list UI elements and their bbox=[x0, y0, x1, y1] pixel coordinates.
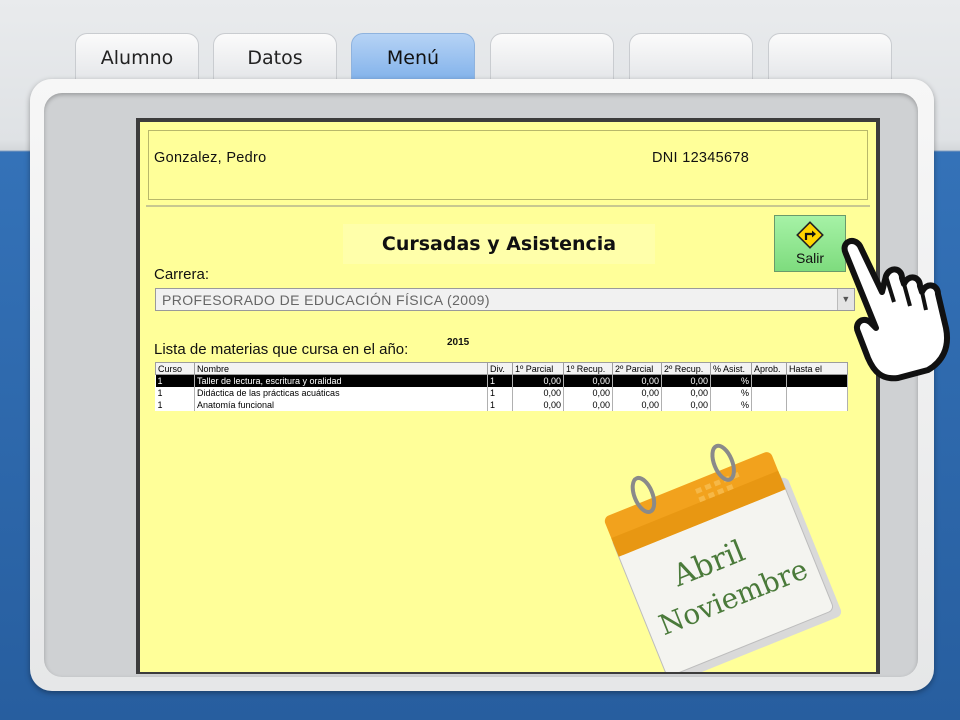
col-recup-1[interactable]: 1º Recup. bbox=[563, 362, 613, 375]
cell: % bbox=[710, 374, 752, 387]
cell: 1 bbox=[487, 374, 513, 387]
table-header-row: Curso Nombre Div. 1º Parcial 1º Recup. 2… bbox=[155, 362, 848, 375]
turn-right-sign-icon bbox=[796, 221, 824, 249]
cell: 0,00 bbox=[612, 374, 662, 387]
student-dni: DNI 12345678 bbox=[652, 150, 750, 166]
exit-button-label: Salir bbox=[795, 250, 824, 266]
subjects-table: Curso Nombre Div. 1º Parcial 1º Recup. 2… bbox=[155, 362, 848, 411]
tab-empty-6[interactable] bbox=[768, 33, 892, 83]
cell bbox=[751, 374, 787, 387]
student-name: Gonzalez, Pedro bbox=[154, 150, 267, 166]
col-asist[interactable]: % Asist. bbox=[710, 362, 752, 375]
calendar-icon: Abril Noviembre bbox=[604, 443, 842, 672]
cell: 0,00 bbox=[661, 387, 711, 399]
cell bbox=[751, 399, 787, 411]
cell: 0,00 bbox=[661, 399, 711, 411]
cell: Didáctica de las prácticas acuáticas bbox=[194, 387, 488, 399]
cell bbox=[751, 387, 787, 399]
cell: Anatomía funcional bbox=[194, 399, 488, 411]
col-div[interactable]: Div. bbox=[487, 362, 513, 375]
cell bbox=[786, 399, 848, 411]
cell: Taller de lectura, escritura y oralidad bbox=[194, 374, 488, 387]
career-select-value: PROFESORADO DE EDUCACIÓN FÍSICA (2009) bbox=[162, 292, 490, 308]
hand-pointer-icon bbox=[841, 237, 950, 382]
tab-empty-5[interactable] bbox=[629, 33, 753, 83]
tab-menu[interactable]: Menú bbox=[351, 33, 475, 83]
career-label: Carrera: bbox=[154, 266, 210, 283]
tab-datos[interactable]: Datos bbox=[213, 33, 337, 83]
tab-empty-4[interactable] bbox=[490, 33, 614, 83]
col-curso[interactable]: Curso bbox=[155, 362, 195, 375]
cell: 0,00 bbox=[661, 374, 711, 387]
cell: 0,00 bbox=[612, 387, 662, 399]
cell: 0,00 bbox=[512, 399, 564, 411]
cell: % bbox=[710, 387, 752, 399]
table-row[interactable]: 1 Anatomía funcional 1 0,00 0,00 0,00 0,… bbox=[155, 399, 848, 411]
table-row[interactable]: 1 Didáctica de las prácticas acuáticas 1… bbox=[155, 387, 848, 399]
col-nombre[interactable]: Nombre bbox=[194, 362, 488, 375]
col-parcial-2[interactable]: 2º Parcial bbox=[612, 362, 662, 375]
subjects-year: 2015 bbox=[447, 337, 470, 348]
col-parcial-1[interactable]: 1º Parcial bbox=[512, 362, 564, 375]
cell: 0,00 bbox=[612, 399, 662, 411]
tab-alumno[interactable]: Alumno bbox=[75, 33, 199, 83]
cell: 0,00 bbox=[512, 387, 564, 399]
cell: 1 bbox=[487, 387, 513, 399]
cell: % bbox=[710, 399, 752, 411]
divider bbox=[146, 205, 870, 207]
col-recup-2[interactable]: 2º Recup. bbox=[661, 362, 711, 375]
col-aprob[interactable]: Aprob. bbox=[751, 362, 787, 375]
cell: 0,00 bbox=[563, 374, 613, 387]
cell: 1 bbox=[155, 374, 195, 387]
table-row[interactable]: 1 Taller de lectura, escritura y oralida… bbox=[155, 374, 848, 387]
career-select[interactable]: PROFESORADO DE EDUCACIÓN FÍSICA (2009) ▼ bbox=[155, 288, 855, 311]
cell: 1 bbox=[155, 387, 195, 399]
subjects-label: Lista de materias que cursa en el año: bbox=[154, 341, 409, 358]
cell: 1 bbox=[487, 399, 513, 411]
section-title: Cursadas y Asistencia bbox=[343, 224, 655, 264]
cell bbox=[786, 387, 848, 399]
cell: 0,00 bbox=[563, 399, 613, 411]
cell: 1 bbox=[155, 399, 195, 411]
cell: 0,00 bbox=[512, 374, 564, 387]
cell: 0,00 bbox=[563, 387, 613, 399]
